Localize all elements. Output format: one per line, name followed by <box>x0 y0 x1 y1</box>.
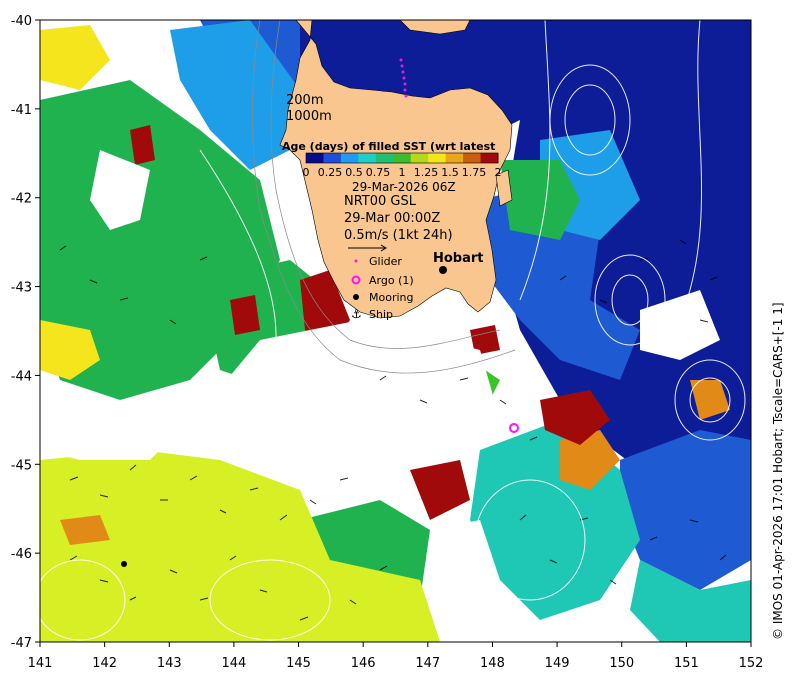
lon-tick-label: 147 <box>415 656 440 671</box>
sst-region-darkred-5 <box>230 295 260 335</box>
colorbar-tick-label: 0.75 <box>366 166 391 179</box>
colorbar-tick-label: 2 <box>495 166 502 179</box>
glider-legend-label: Glider <box>369 255 402 268</box>
hobart-label: Hobart <box>433 251 484 266</box>
depth-1000-label: 1000m <box>286 109 332 124</box>
colorbar-ticks: 0 0.25 0.5 0.75 1 1.25 1.5 1.75 2 <box>303 166 502 179</box>
lon-tick-label: 148 <box>480 656 505 671</box>
colorbar-swatch <box>393 153 412 163</box>
lat-tick-label: -42 <box>11 192 32 207</box>
latitude-axis: -40 -41 -42 -43 -44 -45 -46 -47 <box>11 14 40 651</box>
lat-tick-label: -40 <box>11 14 32 29</box>
colorbar-tick-label: 1.25 <box>414 166 439 179</box>
colorbar-swatch <box>306 153 324 163</box>
sst-date-label: 29-Mar-2026 06Z <box>352 180 456 194</box>
depth-200-label: 200m <box>286 93 323 108</box>
colorbar-swatch <box>340 153 359 163</box>
credit-text: © IMOS 01-Apr-2026 17:01 Hobart; Tscale=… <box>771 302 785 640</box>
lat-tick-label: -46 <box>11 547 32 562</box>
colorbar-tick-label: 1 <box>399 166 406 179</box>
mooring-legend-label: Mooring <box>369 291 413 304</box>
mooring-legend-icon <box>353 294 359 300</box>
lat-tick-label: -47 <box>11 636 32 651</box>
colorbar-tick-label: 0.25 <box>318 166 343 179</box>
lon-tick-label: 144 <box>221 656 246 671</box>
ship-legend-label: Ship <box>369 308 393 321</box>
lon-tick-label: 150 <box>609 656 634 671</box>
currents-date-label: 29-Mar 00:00Z <box>344 211 440 226</box>
hobart-marker <box>439 266 447 274</box>
colorbar-swatch <box>375 153 394 163</box>
lat-tick-label: -43 <box>11 281 32 296</box>
colorbar-tick-label: 0 <box>303 166 310 179</box>
currents-source-label: NRT00 GSL <box>344 194 417 209</box>
colorbar-tick-label: 1.5 <box>441 166 459 179</box>
longitude-axis: 141 142 143 144 145 146 147 148 149 150 151 152 <box>28 642 764 671</box>
colorbar-swatch <box>358 153 377 163</box>
mooring-marker <box>121 561 127 567</box>
colorbar <box>305 152 499 164</box>
colorbar-tick-label: 0.5 <box>345 166 363 179</box>
lon-tick-label: 145 <box>286 656 311 671</box>
sst-map: Hobart 200m 1000m Age (days) of filled S… <box>11 14 785 671</box>
lon-tick-label: 149 <box>545 656 570 671</box>
lat-tick-label: -45 <box>11 458 32 473</box>
colorbar-swatch <box>428 153 447 163</box>
map-plot-area: Hobart 200m 1000m Age (days) of filled S… <box>40 20 751 642</box>
colorbar-tick-label: 1.75 <box>462 166 487 179</box>
lon-tick-label: 151 <box>674 656 699 671</box>
lon-tick-label: 146 <box>351 656 376 671</box>
colorbar-title: Age (days) of filled SST (wrt latest <box>282 140 495 153</box>
colorbar-swatch <box>410 153 429 163</box>
lon-tick-label: 143 <box>157 656 182 671</box>
lon-tick-label: 152 <box>739 656 764 671</box>
colorbar-swatch <box>445 153 464 163</box>
lon-tick-label: 142 <box>92 656 117 671</box>
argo-legend-label: Argo (1) <box>369 274 414 287</box>
glider-legend-icon <box>354 259 358 263</box>
colorbar-swatch <box>463 153 482 163</box>
colorbar-swatch <box>323 153 342 163</box>
lon-tick-label: 141 <box>28 656 53 671</box>
lat-tick-label: -44 <box>11 369 32 384</box>
colorbar-swatch <box>480 153 499 163</box>
ship-legend-icon: ⚓ <box>351 307 362 321</box>
lat-tick-label: -41 <box>11 103 32 118</box>
vector-scale-label: 0.5m/s (1kt 24h) <box>344 228 453 243</box>
